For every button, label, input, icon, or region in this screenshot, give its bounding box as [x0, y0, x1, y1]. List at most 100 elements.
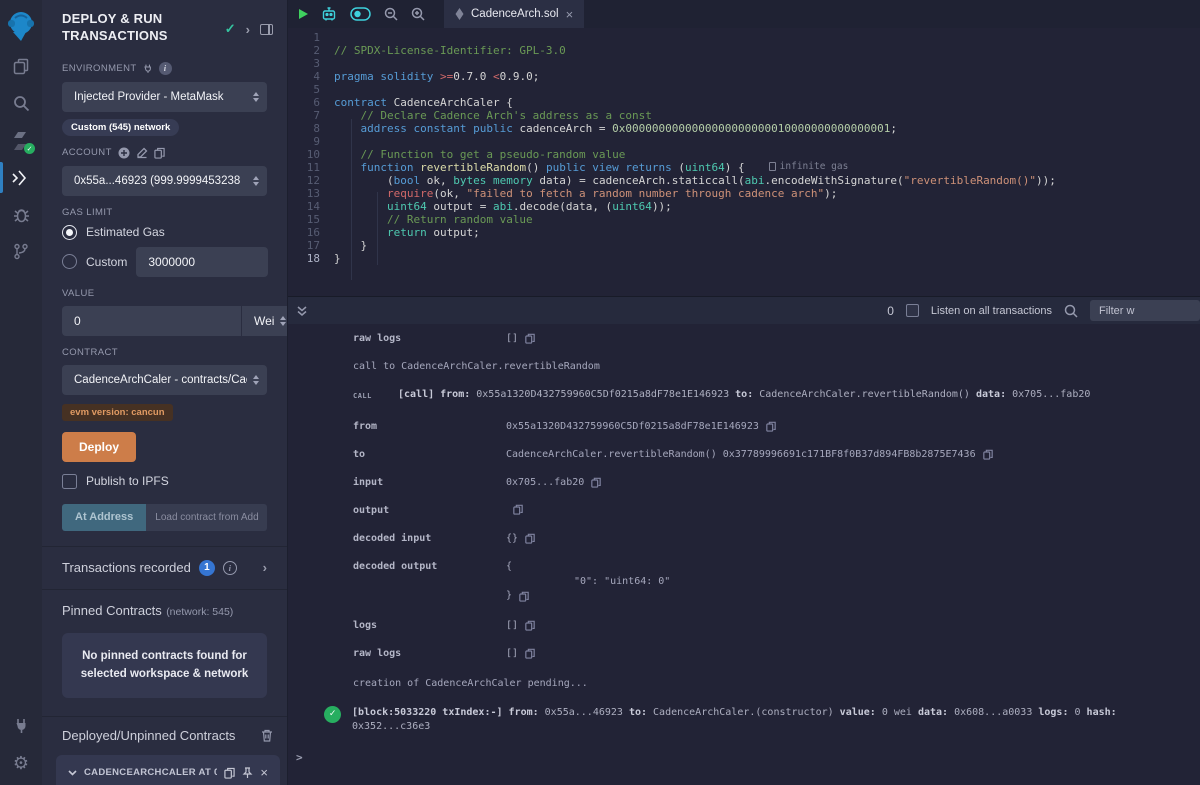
zoom-in-icon[interactable] — [411, 7, 425, 21]
git-branch-icon — [13, 243, 29, 260]
value-label: VALUE — [62, 288, 267, 299]
code-line[interactable]: 10 // Function to get a pseudo-random va… — [288, 148, 1200, 161]
at-address-button[interactable]: At Address — [62, 504, 146, 531]
copy-icon[interactable] — [591, 477, 601, 488]
code-line[interactable]: 17 } — [288, 239, 1200, 252]
estimated-gas-option[interactable]: Estimated Gas — [62, 225, 267, 240]
gas-icon — [769, 162, 776, 171]
terminal-body[interactable]: raw logs [] call to CadenceArchCaler.rev… — [288, 324, 1200, 785]
code-line[interactable]: 13 require(ok, "failed to fetch a random… — [288, 187, 1200, 200]
search-icon[interactable] — [1064, 304, 1078, 318]
code-line[interactable]: 14 uint64 output = abi.decode(data, (uin… — [288, 200, 1200, 213]
sidebar-item-plugin-manager[interactable] — [0, 707, 42, 744]
pin-panel-icon[interactable] — [260, 24, 273, 35]
code-editor[interactable]: 12// SPDX-License-Identifier: GPL-3.034p… — [288, 28, 1200, 296]
value-input[interactable] — [62, 306, 241, 336]
line-number: 5 — [288, 83, 334, 96]
code-line[interactable]: 6contract CadenceArchCaler { — [288, 96, 1200, 109]
sidebar-item-solidity-compiler[interactable]: ✓ — [0, 122, 42, 159]
pin-icon[interactable] — [242, 767, 253, 779]
line-number: 2 — [288, 44, 334, 57]
listen-checkbox[interactable] — [906, 304, 919, 317]
chevron-updown-icon — [253, 92, 259, 103]
copy-icon[interactable] — [525, 333, 535, 344]
code-line[interactable]: 18} — [288, 252, 1200, 265]
network-badge: Custom (545) network — [62, 119, 179, 136]
terminal-call-summary[interactable]: call [call] from: 0x55a1320D432759960C5D… — [353, 388, 1200, 403]
trash-icon[interactable] — [261, 729, 273, 742]
zoom-out-icon[interactable] — [384, 7, 398, 21]
copy-icon[interactable] — [513, 504, 523, 515]
copilot-toggle-icon[interactable] — [350, 7, 371, 21]
sidebar-item-git[interactable] — [0, 233, 42, 270]
code-line[interactable]: 16 return output; — [288, 226, 1200, 239]
terminal-prompt[interactable]: > — [296, 751, 1200, 764]
block-summary-text: [block:5033220 txIndex:-] from: 0x55a...… — [352, 706, 1200, 734]
sidebar-item-file-explorer[interactable] — [0, 48, 42, 85]
ai-assistant-robot-icon[interactable] — [321, 6, 337, 22]
code-line[interactable]: 3 — [288, 57, 1200, 70]
edit-account-icon[interactable] — [136, 147, 148, 159]
deployed-contract-title: CADENCEARCHCALER AT 0X3 — [84, 767, 217, 778]
publish-ipfs-option[interactable]: Publish to IPFS — [62, 474, 267, 489]
sidebar-item-settings[interactable]: ⚙ — [0, 744, 42, 781]
copy-icon[interactable] — [154, 147, 165, 159]
editor-toolbar: CadenceArch.sol × — [288, 0, 1200, 28]
copy-icon[interactable] — [525, 533, 535, 544]
transactions-recorded-row[interactable]: Transactions recorded 1 i › — [42, 547, 287, 589]
load-contract-address-input[interactable] — [146, 504, 267, 531]
line-number: 9 — [288, 135, 334, 148]
radio-icon[interactable] — [62, 254, 77, 269]
code-line[interactable]: 15 // Return random value — [288, 213, 1200, 226]
code-line[interactable]: 9 — [288, 135, 1200, 148]
code-line[interactable]: 7 // Declare Cadence Arch's address as a… — [288, 109, 1200, 122]
deploy-button[interactable]: Deploy — [62, 432, 136, 462]
environment-select[interactable]: Injected Provider - MetaMask — [62, 82, 267, 112]
tab-cadencearch[interactable]: CadenceArch.sol × — [444, 0, 584, 28]
code-line[interactable]: 4pragma solidity >=0.7.0 <0.9.0; — [288, 70, 1200, 83]
info-icon[interactable]: i — [159, 62, 172, 75]
close-icon[interactable]: × — [260, 765, 268, 780]
sidebar-item-search[interactable] — [0, 85, 42, 122]
code-line[interactable]: 2// SPDX-License-Identifier: GPL-3.0 — [288, 44, 1200, 57]
copy-icon[interactable] — [766, 421, 776, 432]
terminal-filter-input[interactable] — [1090, 300, 1200, 321]
code-line[interactable]: 11 function revertibleRandom() public vi… — [288, 161, 1200, 174]
chevron-right-icon[interactable]: › — [263, 560, 267, 575]
copy-icon[interactable] — [525, 620, 535, 631]
remix-logo[interactable] — [0, 4, 42, 48]
terminal-block-summary[interactable]: ✓ [block:5033220 txIndex:-] from: 0x55a.… — [324, 706, 1200, 734]
sidebar-item-debugger[interactable] — [0, 196, 42, 233]
copy-icon[interactable] — [983, 449, 993, 460]
chevron-right-icon[interactable]: › — [246, 22, 250, 37]
value-unit-select[interactable]: Wei — [242, 306, 288, 336]
line-number: 18 — [288, 252, 334, 265]
info-icon[interactable]: i — [223, 561, 237, 575]
main-area: CadenceArch.sol × 12// SPDX-License-Iden… — [288, 0, 1200, 785]
account-select[interactable]: 0x55a...46923 (999.9999453238 — [62, 166, 267, 196]
copy-icon[interactable] — [224, 767, 235, 779]
sidebar-item-deploy-run[interactable] — [0, 159, 42, 196]
custom-gas-input[interactable] — [136, 247, 268, 277]
add-account-icon[interactable] — [118, 147, 130, 159]
solidity-file-icon — [455, 8, 464, 21]
code-lines: 12// SPDX-License-Identifier: GPL-3.034p… — [288, 31, 1200, 265]
code-line[interactable]: 8 address constant public cadenceArch = … — [288, 122, 1200, 135]
checkbox-icon[interactable] — [62, 474, 77, 489]
copy-icon[interactable] — [519, 591, 529, 602]
run-script-icon[interactable] — [299, 9, 308, 19]
contract-select[interactable]: CadenceArchCaler - contracts/Cac — [62, 365, 267, 395]
radio-selected-icon[interactable] — [62, 225, 77, 240]
chevron-down-icon[interactable] — [68, 770, 77, 776]
close-icon[interactable]: × — [566, 7, 574, 22]
code-line[interactable]: 1 — [288, 31, 1200, 44]
code-line[interactable]: 5 — [288, 83, 1200, 96]
copy-icon[interactable] — [525, 648, 535, 659]
status-check-icon: ✓ — [225, 21, 236, 37]
custom-gas-option[interactable]: Custom — [62, 247, 267, 277]
line-number: 16 — [288, 226, 334, 239]
custom-gas-option-label: Custom — [86, 255, 127, 269]
code-line[interactable]: 12 (bool ok, bytes memory data) = cadenc… — [288, 174, 1200, 187]
terminal-row-decoded-input: decoded input {} — [353, 532, 1200, 545]
collapse-terminal-icon[interactable] — [296, 305, 308, 317]
